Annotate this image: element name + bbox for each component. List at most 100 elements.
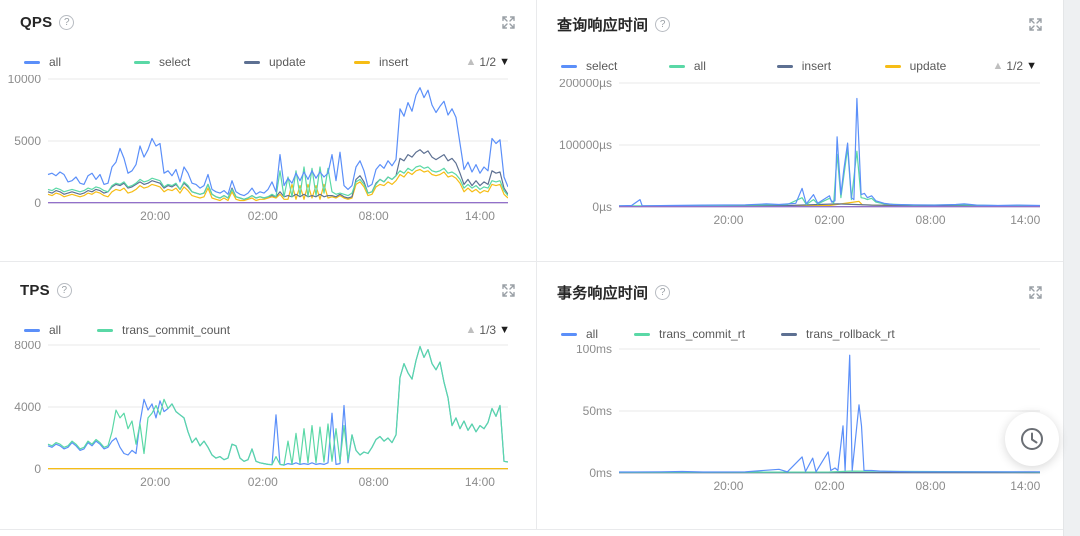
clock-icon xyxy=(1017,424,1047,454)
dashboard: QPS?allselectupdateinsert▲1/2▼1000050000… xyxy=(0,0,1080,536)
panel-header: 事务响应时间? xyxy=(557,282,1043,303)
legend-marker xyxy=(669,65,685,68)
legend-item-select[interactable]: select xyxy=(134,55,244,69)
panel-header: QPS? xyxy=(20,14,516,31)
fullscreen-icon[interactable] xyxy=(502,16,516,30)
y-axis-label: 0 xyxy=(34,462,41,476)
legend-label: all xyxy=(49,323,61,337)
legend-label: insert xyxy=(802,59,831,73)
y-axis-label: 100ms xyxy=(576,345,612,356)
legend-label: all xyxy=(49,55,61,69)
legend-label: update xyxy=(269,55,306,69)
x-axis-label: 14:00 xyxy=(465,209,495,223)
legend-label: all xyxy=(586,327,598,341)
y-axis-label: 10000 xyxy=(8,75,42,86)
legend-label: trans_commit_count xyxy=(122,323,230,337)
legend: all trans_commit_count ▲1/3▼ xyxy=(24,323,510,337)
trans-rt-chart[interactable]: 100ms50ms0ms20:0002:0008:0014:00 xyxy=(537,345,1040,495)
x-axis-label: 20:00 xyxy=(140,475,170,489)
legend-item-all[interactable]: all xyxy=(24,55,134,69)
series-line-all xyxy=(48,88,508,196)
legend-pager-text: 1/2 xyxy=(479,55,496,69)
x-axis-label: 08:00 xyxy=(359,209,389,223)
legend-marker xyxy=(244,61,260,64)
x-axis-label: 14:00 xyxy=(1010,213,1040,227)
legend-marker xyxy=(134,61,150,64)
fullscreen-icon[interactable] xyxy=(502,284,516,298)
legend-marker xyxy=(777,65,793,68)
legend-marker xyxy=(24,329,40,332)
legend-item-all[interactable]: all xyxy=(669,59,777,73)
x-axis-label: 08:00 xyxy=(916,479,946,493)
legend-pager-down-icon[interactable]: ▼ xyxy=(1026,60,1037,72)
qps-chart[interactable]: 100005000020:0002:0008:0014:00 xyxy=(0,75,508,225)
time-history-button[interactable] xyxy=(1005,412,1059,466)
y-axis-label: 100000µs xyxy=(559,138,612,152)
legend-marker xyxy=(24,61,40,64)
panel-title: QPS xyxy=(20,14,52,31)
legend-pager: ▲1/2▼ xyxy=(466,55,510,69)
help-icon[interactable]: ? xyxy=(655,285,670,300)
legend-label: select xyxy=(586,59,617,73)
x-axis-label: 14:00 xyxy=(1010,479,1040,493)
legend-pager-text: 1/3 xyxy=(479,323,496,337)
x-axis-label: 02:00 xyxy=(814,213,844,227)
legend-item-trans_rollback_rt[interactable]: trans_rollback_rt xyxy=(781,327,895,341)
y-axis-label: 0 xyxy=(34,196,41,210)
legend-marker xyxy=(97,329,113,332)
legend-label: all xyxy=(694,59,706,73)
legend-item-update[interactable]: update xyxy=(885,59,993,73)
y-axis-label: 0µs xyxy=(592,200,612,214)
legend-pager-down-icon[interactable]: ▼ xyxy=(499,56,510,68)
y-axis-label: 8000 xyxy=(14,341,41,352)
series-line-select xyxy=(619,99,1040,206)
legend-pager-down-icon[interactable]: ▼ xyxy=(499,324,510,336)
x-axis-label: 14:00 xyxy=(465,475,495,489)
legend: all trans_commit_rt trans_rollback_rt xyxy=(561,327,1037,341)
help-icon[interactable]: ? xyxy=(655,17,670,32)
help-icon[interactable]: ? xyxy=(57,283,72,298)
panel-header: 查询响应时间? xyxy=(557,14,1043,35)
legend-item-trans_commit_count[interactable]: trans_commit_count xyxy=(97,323,230,337)
tps-chart[interactable]: 80004000020:0002:0008:0014:00 xyxy=(0,341,508,491)
trans-response-time-panel: 事务响应时间? all trans_commit_rt trans_rollback_… xyxy=(537,262,1063,530)
y-axis-label: 200000µs xyxy=(559,79,612,90)
page-background-strip xyxy=(1063,0,1080,536)
legend-pager-up-icon[interactable]: ▲ xyxy=(993,60,1004,72)
panel-title: TPS xyxy=(20,282,50,299)
query-rt-chart[interactable]: 200000µs100000µs0µs20:0002:0008:0014:00 xyxy=(537,79,1040,229)
panel-title: 事务响应时间 xyxy=(557,282,648,303)
legend-item-all[interactable]: all xyxy=(24,323,61,337)
legend-label: trans_commit_rt xyxy=(659,327,745,341)
legend-item-insert[interactable]: insert xyxy=(777,59,885,73)
help-icon[interactable]: ? xyxy=(59,15,74,30)
legend-item-trans_commit_rt[interactable]: trans_commit_rt xyxy=(634,327,745,341)
legend-item-insert[interactable]: insert xyxy=(354,55,464,69)
legend-pager: ▲1/3▼ xyxy=(466,323,510,337)
legend-pager-text: 1/2 xyxy=(1006,59,1023,73)
x-axis-label: 20:00 xyxy=(713,479,743,493)
legend-pager-up-icon[interactable]: ▲ xyxy=(466,56,477,68)
legend-marker xyxy=(634,333,650,336)
x-axis-label: 02:00 xyxy=(814,479,844,493)
y-axis-label: 50ms xyxy=(583,404,612,418)
legend: all select update insert ▲1/2▼ xyxy=(24,55,510,69)
legend-item-select[interactable]: select xyxy=(561,59,669,73)
legend-label: insert xyxy=(379,55,408,69)
legend-marker xyxy=(561,65,577,68)
legend-item-update[interactable]: update xyxy=(244,55,354,69)
fullscreen-icon[interactable] xyxy=(1029,286,1043,300)
legend-marker xyxy=(781,333,797,336)
legend-item-all[interactable]: all xyxy=(561,327,598,341)
panel-title: 查询响应时间 xyxy=(557,14,648,35)
x-axis-label: 20:00 xyxy=(140,209,170,223)
x-axis-label: 08:00 xyxy=(359,475,389,489)
panel-header: TPS? xyxy=(20,282,516,299)
fullscreen-icon[interactable] xyxy=(1029,18,1043,32)
x-axis-label: 02:00 xyxy=(248,209,278,223)
legend-pager-up-icon[interactable]: ▲ xyxy=(466,324,477,336)
legend-pager: ▲1/2▼ xyxy=(993,59,1037,73)
qps-panel: QPS?allselectupdateinsert▲1/2▼1000050000… xyxy=(0,0,537,262)
series-line-trans_commit_count xyxy=(48,347,508,466)
tps-panel: TPS?alltrans_commit_count▲1/3▼8000400002… xyxy=(0,262,537,530)
